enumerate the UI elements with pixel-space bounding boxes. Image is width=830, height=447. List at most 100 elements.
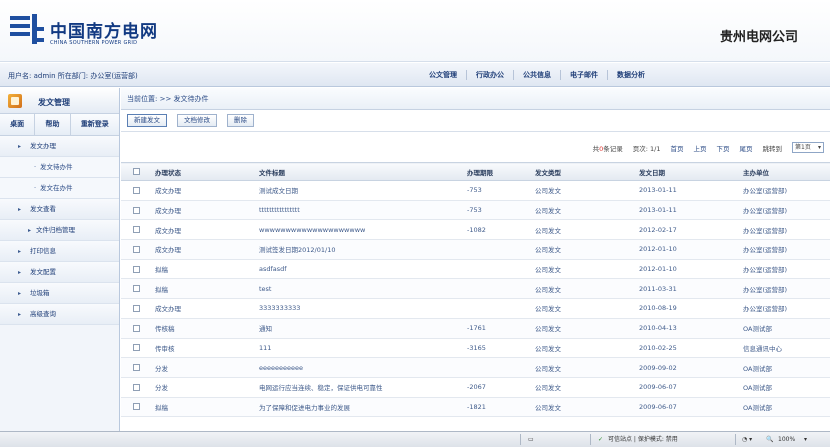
sidebar-item-send-handling[interactable]: ▸ 发文办理 [0, 136, 119, 157]
document-folder-icon [8, 94, 22, 108]
sidebar-item-label: 发文待办件 [40, 163, 73, 171]
column-header-deadline[interactable]: 办理期限 [463, 162, 531, 181]
relogin-button[interactable]: 重新登录 [70, 114, 119, 135]
sidebar-item-view[interactable]: ▸ 发文查看 [0, 199, 119, 220]
cell-title[interactable]: eeeeeeeeeee [255, 357, 463, 378]
sidebar-item-label: 高级查询 [30, 310, 56, 318]
cell-title[interactable]: 测试签发日期2012/01/10 [255, 239, 463, 260]
nav-link-administrative-office[interactable]: 行政办公 [466, 70, 513, 80]
cell-status: 分发 [151, 377, 255, 398]
power-grid-logo-icon [10, 14, 44, 44]
help-button[interactable]: 帮助 [35, 114, 71, 135]
cell-status: 拟稿 [151, 259, 255, 280]
row-checkbox[interactable] [121, 377, 151, 398]
sidebar-item-print[interactable]: ▸ 打印信息 [0, 241, 119, 262]
cell-title[interactable]: tttttttttttttttt [255, 200, 463, 221]
delete-button[interactable]: 删除 [227, 114, 254, 127]
security-icon[interactable]: ◔ ▾ [742, 432, 752, 447]
select-all-checkbox[interactable] [121, 162, 151, 181]
desktop-button[interactable]: 桌面 [0, 114, 36, 135]
nav-link-document-management[interactable]: 公文管理 [420, 70, 466, 80]
cell-status: 成文办理 [151, 180, 255, 201]
column-header-date[interactable]: 发文日期 [635, 162, 739, 181]
cell-unit: 信息通讯中心 [739, 338, 830, 359]
cell-title[interactable]: test [255, 278, 463, 300]
sidebar-item-config[interactable]: ▸ 发文配置 [0, 262, 119, 283]
main-content: 当前位置: >> 发文待办件 新建发文 文档修改 删除 共0条记录 页次: 1/… [121, 88, 830, 431]
table-row[interactable]: 分发 电网运行应当连续、稳定，保证供电可靠性 -2067 公司发文 2009-06-07… [121, 377, 830, 398]
table-row[interactable]: 成文办理 测试签发日期2012/01/10 公司发文 2012-01-10 办公室(运营… [121, 239, 830, 260]
table-row[interactable]: 拟稿 为了保障和促进电力事业的发展 -1821 公司发文 2009-06-07 OA测试部 [121, 397, 830, 418]
zoom-dropdown-icon[interactable]: ▾ [804, 432, 807, 447]
row-checkbox[interactable] [121, 397, 151, 418]
row-checkbox[interactable] [121, 239, 151, 260]
row-checkbox[interactable] [121, 200, 151, 221]
table-row[interactable]: 成文办理 wwwwwwwwwwwwwwwwwwww -1082 公司发文 2012-02… [121, 219, 830, 241]
cell-date: 2013-01-11 [635, 200, 739, 221]
row-checkbox[interactable] [121, 219, 151, 241]
row-checkbox[interactable] [121, 278, 151, 300]
nav-link-email[interactable]: 电子邮件 [560, 70, 607, 80]
cell-type: 公司发文 [531, 377, 635, 398]
cell-unit: OA测试部 [739, 397, 830, 418]
table-row[interactable]: 传审核 111 -3165 公司发文 2010-02-25 信息通讯中心 [121, 338, 830, 359]
sidebar-item-archive[interactable]: ▸ 文件归档管理 [0, 220, 119, 241]
sidebar-item-pending[interactable]: · 发文待办件 [0, 157, 119, 178]
cell-title[interactable]: 3333333333 [255, 298, 463, 319]
cell-date: 2010-02-25 [635, 338, 739, 359]
row-checkbox[interactable] [121, 180, 151, 201]
cell-title[interactable]: 电网运行应当连续、稳定，保证供电可靠性 [255, 377, 463, 398]
triangle-right-icon: ▸ [18, 143, 22, 150]
cell-status: 传审核 [151, 338, 255, 359]
row-checkbox[interactable] [121, 298, 151, 319]
cell-deadline [463, 278, 531, 300]
table-row[interactable]: 拟稿 test 公司发文 2011-03-31 办公室(运营部) [121, 278, 830, 300]
edit-document-button[interactable]: 文档修改 [177, 114, 217, 127]
new-document-button[interactable]: 新建发文 [127, 114, 167, 127]
row-checkbox[interactable] [121, 338, 151, 359]
cell-unit: OA测试部 [739, 357, 830, 378]
table-row[interactable]: 成文办理 测试成文日期 -753 公司发文 2013-01-11 办公室(运营部) [121, 180, 830, 201]
sidebar-item-advanced-search[interactable]: ▸ 高级查询 [0, 304, 119, 325]
page-select[interactable]: 第1页 [792, 142, 824, 153]
next-page-link[interactable]: 下页 [717, 143, 730, 153]
cell-unit: OA测试部 [739, 318, 830, 339]
cell-title[interactable]: asdfasdf [255, 259, 463, 280]
cell-status: 成文办理 [151, 239, 255, 260]
cell-type: 公司发文 [531, 200, 635, 221]
company-name: 贵州电网公司 [719, 30, 798, 45]
row-checkbox[interactable] [121, 357, 151, 378]
column-header-unit[interactable]: 主办单位 [739, 162, 830, 181]
record-count: 共0条记录 [592, 144, 623, 153]
sidebar-item-in-progress[interactable]: · 发文在办件 [0, 178, 119, 199]
prev-page-link[interactable]: 上页 [694, 143, 707, 153]
zoom-level[interactable]: 100% [778, 432, 795, 447]
app-header: 中国南方电网 CHINA SOUTHERN POWER GRID 贵州电网公司 [0, 0, 830, 62]
column-header-type[interactable]: 发文类型 [531, 162, 635, 181]
first-page-link[interactable]: 首页 [671, 143, 684, 153]
cell-title[interactable]: 测试成文日期 [255, 180, 463, 201]
cell-date: 2010-04-13 [635, 318, 739, 339]
table-row[interactable]: 分发 eeeeeeeeeee 公司发文 2009-09-02 OA测试部 [121, 357, 830, 378]
table-row[interactable]: 成文办理 3333333333 公司发文 2010-08-19 办公室(运营部) [121, 298, 830, 319]
row-checkbox[interactable] [121, 318, 151, 339]
cell-title[interactable]: 为了保障和促进电力事业的发展 [255, 397, 463, 418]
last-page-link[interactable]: 尾页 [740, 143, 753, 153]
nav-link-data-analysis[interactable]: 数据分析 [607, 70, 654, 80]
cell-title[interactable]: wwwwwwwwwwwwwwwwwwww [255, 219, 463, 241]
row-checkbox[interactable] [121, 259, 151, 280]
table-row[interactable]: 传核稿 通知 -1761 公司发文 2010-04-13 OA测试部 [121, 318, 830, 339]
sidebar-item-trash[interactable]: ▸ 垃圾箱 [0, 283, 119, 304]
column-header-title[interactable]: 文件标题 [255, 162, 463, 181]
table-row[interactable]: 成文办理 tttttttttttttttt -753 公司发文 2013-01-11 办公… [121, 200, 830, 221]
column-header-status[interactable]: 办理状态 [151, 162, 255, 181]
zoom-icon[interactable]: 🔍 [766, 432, 773, 447]
table-row[interactable]: 拟稿 asdfasdf 公司发文 2012-01-10 办公室(运营部) [121, 259, 830, 280]
cell-type: 公司发文 [531, 180, 635, 201]
nav-link-public-info[interactable]: 公共信息 [513, 70, 560, 80]
cell-deadline: -753 [463, 180, 531, 201]
sidebar-item-label: 文件归档管理 [36, 226, 75, 234]
cell-unit: 办公室(运营部) [739, 298, 830, 319]
cell-title[interactable]: 111 [255, 338, 463, 359]
cell-title[interactable]: 通知 [255, 318, 463, 339]
